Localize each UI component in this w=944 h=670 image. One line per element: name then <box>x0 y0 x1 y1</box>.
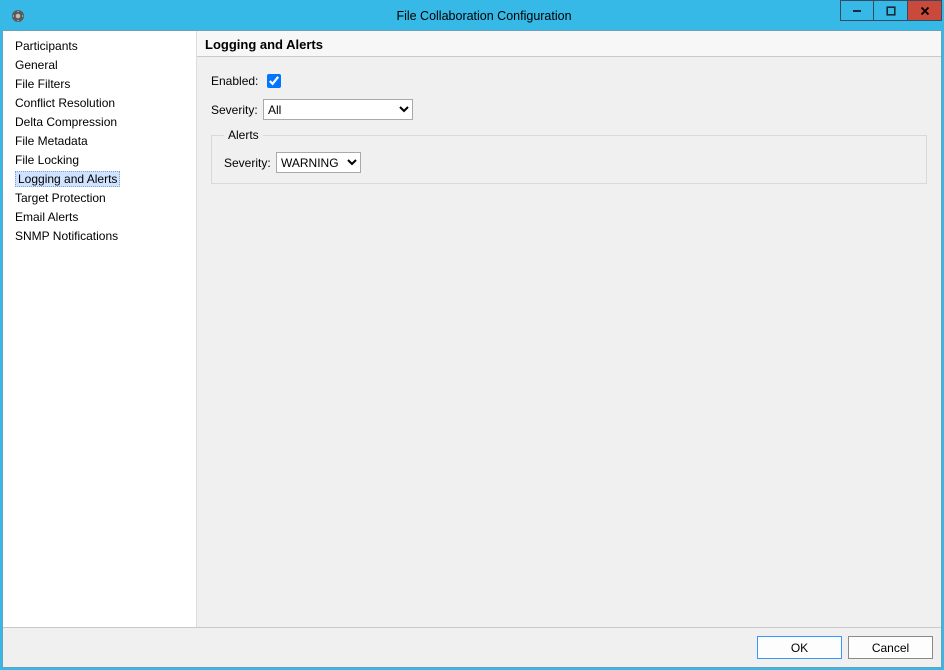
sidebar-item-label: Participants <box>15 39 78 53</box>
sidebar-item-general[interactable]: General <box>3 55 196 74</box>
enabled-row: Enabled: <box>211 71 927 91</box>
cancel-button[interactable]: Cancel <box>848 636 933 659</box>
ok-button[interactable]: OK <box>757 636 842 659</box>
main-panel: Logging and Alerts Enabled: Severity: Al… <box>197 31 941 627</box>
sidebar-item-target-protection[interactable]: Target Protection <box>3 188 196 207</box>
sidebar-item-label: File Metadata <box>15 134 88 148</box>
sidebar-item-participants[interactable]: Participants <box>3 36 196 55</box>
alerts-severity-select[interactable]: WARNING <box>276 152 361 173</box>
sidebar-item-file-filters[interactable]: File Filters <box>3 74 196 93</box>
severity-select[interactable]: All <box>263 99 413 120</box>
severity-row: Severity: All <box>211 99 927 120</box>
panel-content: Enabled: Severity: All Alerts Severity: <box>197 57 941 627</box>
sidebar-item-label: Conflict Resolution <box>15 96 115 110</box>
app-icon <box>10 8 26 24</box>
sidebar-item-conflict-resolution[interactable]: Conflict Resolution <box>3 93 196 112</box>
sidebar-item-email-alerts[interactable]: Email Alerts <box>3 207 196 226</box>
sidebar-item-label: File Locking <box>15 153 79 167</box>
enabled-label: Enabled: <box>211 74 263 88</box>
sidebar-item-label: Email Alerts <box>15 210 78 224</box>
sidebar-item-label: Target Protection <box>15 191 106 205</box>
window-title: File Collaboration Configuration <box>26 9 942 23</box>
sidebar-item-label: General <box>15 58 58 72</box>
sidebar-item-delta-compression[interactable]: Delta Compression <box>3 112 196 131</box>
maximize-button[interactable] <box>874 0 908 21</box>
alerts-legend: Alerts <box>224 128 263 142</box>
sidebar-item-file-locking[interactable]: File Locking <box>3 150 196 169</box>
titlebar: File Collaboration Configuration <box>2 2 942 30</box>
alerts-fieldset: Alerts Severity: WARNING <box>211 128 927 184</box>
alerts-severity-row: Severity: WARNING <box>224 152 914 173</box>
close-button[interactable] <box>908 0 942 21</box>
client-area: Participants General File Filters Confli… <box>2 30 942 668</box>
alerts-severity-label: Severity: <box>224 156 276 170</box>
sidebar-item-label: Logging and Alerts <box>15 171 120 187</box>
sidebar-item-label: File Filters <box>15 77 70 91</box>
sidebar-item-logging-and-alerts[interactable]: Logging and Alerts <box>3 169 196 188</box>
enabled-checkbox[interactable] <box>267 74 281 88</box>
sidebar-item-label: SNMP Notifications <box>15 229 118 243</box>
sidebar-item-snmp-notifications[interactable]: SNMP Notifications <box>3 226 196 245</box>
body: Participants General File Filters Confli… <box>3 31 941 627</box>
panel-heading: Logging and Alerts <box>197 31 941 57</box>
footer: OK Cancel <box>3 627 941 667</box>
sidebar-item-file-metadata[interactable]: File Metadata <box>3 131 196 150</box>
sidebar-item-label: Delta Compression <box>15 115 117 129</box>
window-controls <box>840 0 942 21</box>
minimize-button[interactable] <box>840 0 874 21</box>
severity-label: Severity: <box>211 103 263 117</box>
sidebar: Participants General File Filters Confli… <box>3 31 197 627</box>
window-frame: File Collaboration Configuration Partici… <box>0 0 944 670</box>
